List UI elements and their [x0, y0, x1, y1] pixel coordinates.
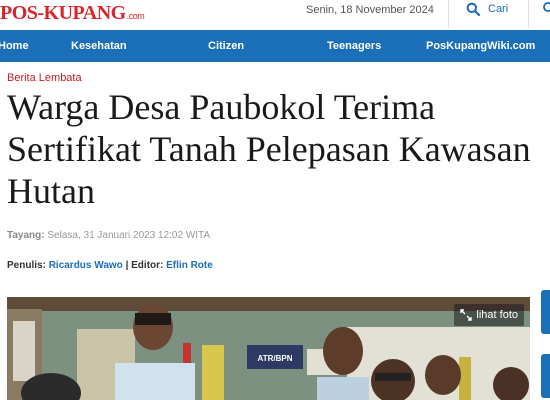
- header-divider: [528, 0, 529, 28]
- editor-link[interactable]: Eflin Rote: [166, 260, 213, 271]
- logo-text: POS-KUPANG: [0, 2, 126, 24]
- author-label: Penulis:: [7, 260, 46, 271]
- search-label: Cari: [488, 3, 509, 15]
- section-label[interactable]: Berita Lembata: [7, 72, 82, 84]
- nav-item-teenagers[interactable]: Teenagers: [327, 30, 381, 62]
- nav-item-poskupangwiki[interactable]: PosKupangWiki.com: [426, 30, 535, 62]
- main-nav: Home Kesehatan Citizen Teenagers PosKupa…: [0, 30, 550, 62]
- header-divider: [448, 0, 449, 28]
- site-logo[interactable]: POS-KUPANG.com: [0, 2, 145, 25]
- nav-item-citizen[interactable]: Citizen: [208, 30, 244, 62]
- search-button[interactable]: Cari: [466, 2, 508, 16]
- author-credit: Penulis: Ricardus Wawo | Editor: Eflin R…: [7, 260, 213, 271]
- publish-label: Tayang:: [7, 230, 45, 241]
- logo-suffix: .com: [126, 11, 145, 21]
- photo-scene: ATR/BPN: [7, 297, 530, 400]
- side-share-tab[interactable]: [541, 354, 550, 398]
- nav-item-kesehatan[interactable]: Kesehatan: [71, 30, 127, 62]
- view-photo-button[interactable]: lihat foto: [454, 304, 524, 326]
- user-icon[interactable]: [540, 2, 550, 18]
- photo-sign-text: ATR/BPN: [258, 354, 293, 363]
- article-photo[interactable]: ATR/BPN lihat foto: [7, 297, 530, 400]
- author-link[interactable]: Ricardus Wawo: [49, 260, 123, 271]
- editor-label: | Editor:: [125, 260, 164, 271]
- publish-date: Selasa, 31 Januari 2023 12:02 WITA: [47, 230, 211, 241]
- article-title: Warga Desa Paubokol Terima Sertifikat Ta…: [7, 87, 531, 211]
- nav-item-home[interactable]: Home: [0, 30, 29, 62]
- expand-icon: [460, 309, 473, 321]
- view-photo-label: lihat foto: [476, 309, 518, 321]
- top-header: POS-KUPANG.com Senin, 18 November 2024 C…: [0, 0, 550, 31]
- side-share-tab[interactable]: [541, 290, 550, 334]
- publish-info: Tayang: Selasa, 31 Januari 2023 12:02 WI…: [7, 230, 210, 241]
- header-date: Senin, 18 November 2024: [306, 4, 434, 16]
- search-icon: [466, 2, 480, 16]
